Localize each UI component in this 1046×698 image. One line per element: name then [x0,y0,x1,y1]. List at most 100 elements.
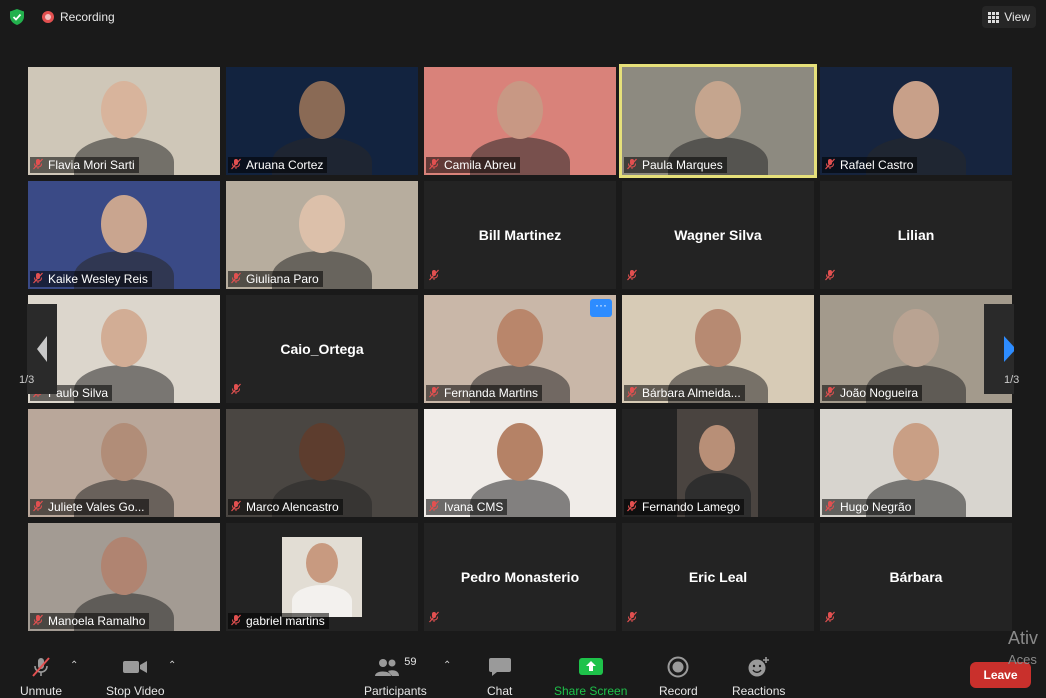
participants-options-chevron-up-icon[interactable]: ⌃ [443,660,451,671]
participant-tile[interactable]: Paula Marques [619,64,817,178]
muted-microphone-icon [230,382,242,400]
participant-tile[interactable]: Giuliana Paro [226,181,418,289]
participant-name: Kaike Wesley Reis [48,272,148,286]
participant-tile[interactable]: Rafael Castro [820,67,1012,175]
view-button[interactable]: View [982,6,1036,28]
participants-label: Participants [364,684,427,698]
participant-profile-picture [282,537,362,617]
watermark-line-1: Ativ [1008,628,1039,648]
participant-name: Hugo Negrão [840,500,912,514]
participant-name: Fernando Lamego [642,500,741,514]
participant-face [101,423,147,481]
participant-name-label: Aruana Cortez [228,157,328,173]
participant-tile[interactable]: Fernanda Martins ··· [424,295,616,403]
recording-icon [42,11,54,23]
muted-microphone-icon [626,158,638,173]
participant-tile[interactable]: Flavia Mori Sarti [28,67,220,175]
participant-tile[interactable]: Marco Alencastro [226,409,418,517]
participant-tile[interactable]: Juliete Vales Go... [28,409,220,517]
stop-video-label: Stop Video [106,684,165,698]
muted-microphone-icon [230,614,242,629]
participant-tile[interactable]: Bárbara Almeida... [622,295,814,403]
unmute-button[interactable]: Unmute [20,656,62,698]
participant-tile[interactable]: Lilian [820,181,1012,289]
chat-bubble-icon [488,656,512,678]
muted-microphone-icon [626,268,638,286]
participant-name: Giuliana Paro [246,272,319,286]
muted-microphone-icon [824,500,836,515]
more-options-button[interactable]: ··· [590,299,612,317]
participant-name-label: João Nogueira [822,385,923,401]
participant-face [101,81,147,139]
recording-label: Recording [60,10,115,24]
audio-options-chevron-up-icon[interactable]: ⌃ [70,660,78,671]
participant-face [893,309,939,367]
muted-microphone-icon [824,158,836,173]
record-button[interactable]: Record [659,656,698,698]
muted-microphone-icon [230,500,242,515]
participant-tile[interactable]: Hugo Negrão [820,409,1012,517]
page-indicator-left: 1/3 [19,374,35,386]
muted-microphone-icon [230,158,242,173]
participant-name: Bárbara [889,569,943,585]
participant-face [299,195,345,253]
share-screen-icon [578,656,604,678]
muted-microphone-icon [428,158,440,173]
reactions-button[interactable]: Reactions [732,656,785,698]
participant-tile[interactable]: Ivana CMS [424,409,616,517]
muted-microphone-icon [824,268,836,286]
participant-name: Pedro Monasterio [460,569,580,585]
share-screen-label: Share Screen [554,684,628,698]
recording-indicator[interactable]: Recording [42,10,115,24]
participant-tile[interactable]: Caio_Ortega [226,295,418,403]
participant-name: Paulo Silva [48,386,109,400]
share-screen-button[interactable]: Share Screen [554,656,627,698]
smiley-plus-icon [747,656,771,678]
participant-tile[interactable]: Camila Abreu [424,67,616,175]
participant-name-label: Kaike Wesley Reis [30,271,152,287]
participant-name: Caio_Ortega [280,341,364,357]
participant-name-label: Camila Abreu [426,157,521,173]
chat-button[interactable]: Chat [487,656,512,698]
muted-microphone-icon [824,386,836,401]
participant-name-label: Rafael Castro [822,157,918,173]
stop-video-button[interactable]: Stop Video [106,656,165,698]
video-options-chevron-up-icon[interactable]: ⌃ [168,660,176,671]
participant-count: 59 [404,656,417,668]
participant-name-label: Giuliana Paro [228,271,323,287]
participant-tile[interactable]: Pedro Monasterio [424,523,616,631]
participant-face [101,309,147,367]
participant-tile[interactable]: Fernando Lamego [622,409,814,517]
security-shield-icon[interactable] [8,8,26,26]
participant-tile[interactable]: Aruana Cortez [226,67,418,175]
participant-name: Bill Martinez [478,227,562,243]
participant-tile[interactable]: Wagner Silva [622,181,814,289]
participant-tile[interactable]: Kaike Wesley Reis [28,181,220,289]
muted-microphone-icon [824,610,836,628]
participant-face [101,537,147,595]
watermark-line-2: Aces [1008,652,1037,667]
participant-face [695,309,741,367]
participant-name: gabriel martins [246,614,325,628]
unmute-label: Unmute [20,684,63,698]
page-indicator-right: 1/3 [1004,374,1020,386]
participant-tile[interactable]: gabriel martins [226,523,418,631]
muted-microphone-icon [32,614,44,629]
muted-microphone-icon [32,158,44,173]
participant-name: Camila Abreu [444,158,517,172]
participant-tile[interactable]: Bill Martinez [424,181,616,289]
participant-tile[interactable]: Eric Leal [622,523,814,631]
participant-name: Lilian [897,227,935,243]
muted-microphone-icon [428,268,440,286]
participant-name: Marco Alencastro [246,500,339,514]
participant-name: João Nogueira [840,386,919,400]
video-camera-icon [122,656,148,678]
muted-microphone-icon [428,500,440,515]
participant-tile[interactable]: Manoela Ramalho [28,523,220,631]
muted-microphone-icon [626,500,638,515]
record-icon [667,656,689,678]
participant-name-label: Fernanda Martins [426,385,543,401]
participants-button[interactable]: 59 Participants [364,656,427,698]
grid-icon [988,11,1000,23]
participant-tile[interactable]: Bárbara [820,523,1012,631]
